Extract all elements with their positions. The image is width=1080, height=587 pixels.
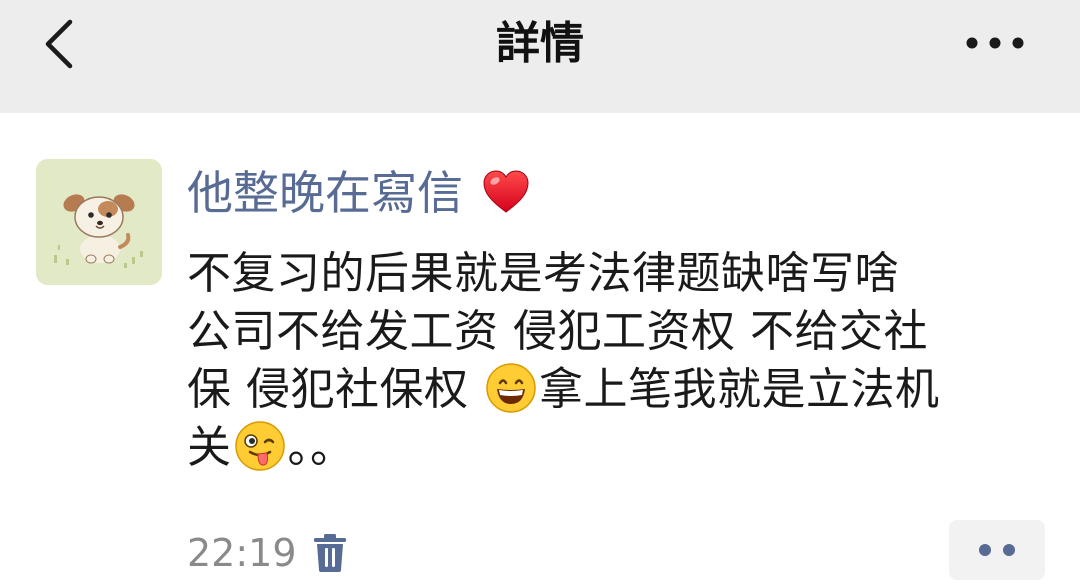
post-text-line: 不复习的后果就是考法律题缺啥写啥 [187, 248, 899, 299]
author-name[interactable]: 他整晚在寫信 [187, 166, 463, 220]
grinning-face-icon [485, 362, 537, 414]
post-text: 不复习的后果就是考法律题缺啥写啥 公司不给发工资 侵犯工资权 不给交社 保 侵犯… [187, 245, 1047, 477]
post-text-line: 公司不给发工资 侵犯工资权 不给交社 [187, 306, 928, 357]
avatar[interactable] [36, 159, 162, 285]
more-options-button[interactable] [960, 26, 1030, 60]
post-text-line: 关 [187, 422, 232, 473]
post-header: 他整晚在寫信 [187, 160, 531, 226]
page-title: 詳情 [496, 18, 584, 69]
post-text-line: 。。 [287, 422, 355, 473]
top-bar: 詳情 [0, 0, 1080, 113]
more-dots-icon [966, 37, 1024, 49]
winking-tongue-face-icon [234, 420, 286, 472]
post-text-line: 拿上笔我就是立法机 [538, 364, 940, 415]
comment-action-button[interactable] [949, 520, 1045, 580]
post-timestamp: 22:19 [187, 531, 297, 575]
post-text-line: 保 侵犯社保权 [187, 364, 483, 415]
red-heart-icon [481, 167, 531, 217]
delete-button[interactable] [312, 533, 348, 573]
more-dots-icon [979, 544, 1015, 556]
puppy-avatar-icon [36, 159, 162, 285]
trash-icon [314, 534, 346, 572]
